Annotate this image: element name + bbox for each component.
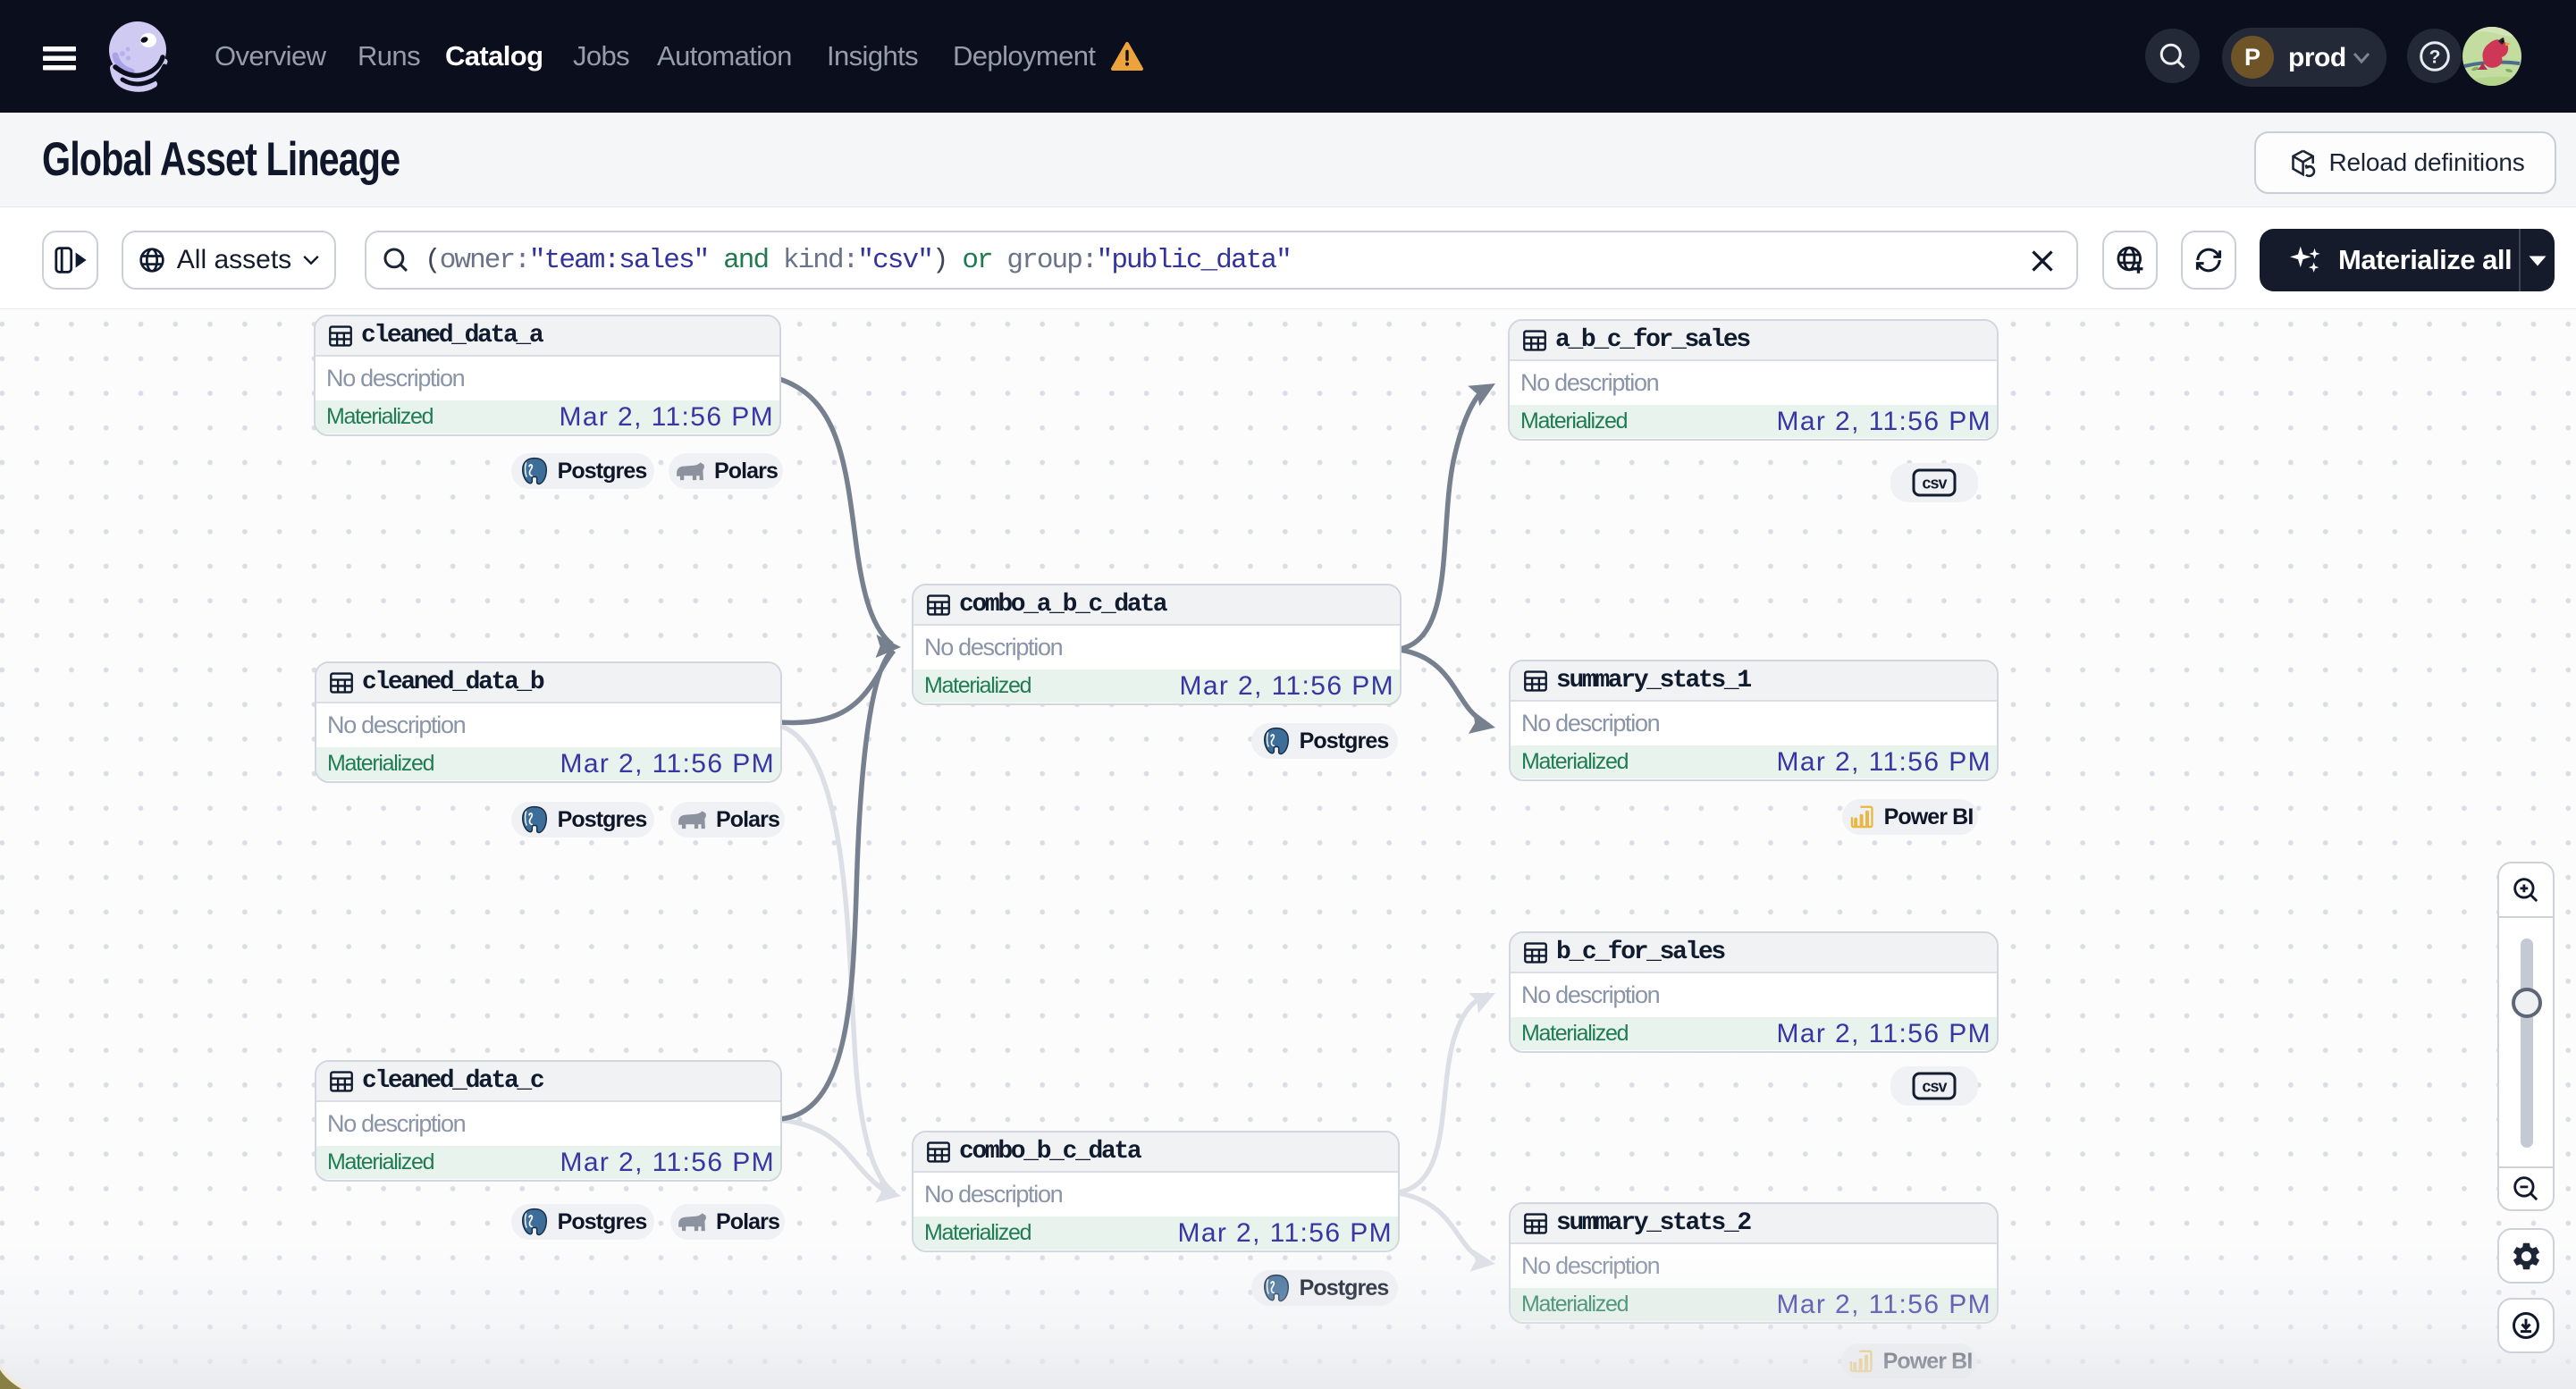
svg-text:csv: csv [1922,475,1947,492]
svg-text:?: ? [2429,47,2441,68]
svg-text:csv: csv [1922,1078,1947,1096]
